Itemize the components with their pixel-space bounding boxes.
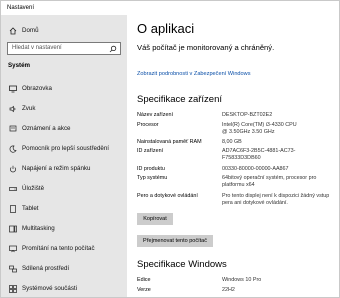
spec-key: Verze	[137, 287, 151, 293]
tablet-icon	[9, 205, 17, 213]
sidebar-item-label: Oznámení a akce	[22, 125, 71, 132]
sidebar-item-label: Promítání na tento počítač	[22, 245, 95, 252]
monitor-icon	[9, 85, 17, 93]
sidebar-item-tablet[interactable]: Tablet	[1, 201, 127, 217]
power-icon	[9, 165, 17, 173]
spec-key: Nainstalovaná paměť RAM	[137, 139, 202, 145]
spec-value: Windows 10 Pro	[222, 277, 262, 283]
sidebar-item-system-components[interactable]: Systémové součásti	[1, 281, 127, 297]
spec-key: Pero a dotykové ovládání	[137, 193, 198, 199]
spec-key: ID produktu	[137, 166, 165, 172]
rename-pc-button[interactable]: Přejmenovat tento počítač	[137, 235, 213, 247]
home-icon	[9, 27, 17, 35]
sidebar-item-notifications[interactable]: Oznámení a akce	[1, 121, 127, 137]
spec-key: Procesor	[137, 122, 159, 128]
sidebar-item-home[interactable]: Domů	[1, 23, 127, 39]
spec-value: 64bitový operační systém, procesor pro p…	[222, 175, 317, 188]
spec-value: 22H2	[222, 287, 235, 293]
sidebar-item-focus-assist[interactable]: Pomocník pro lepší soustředění	[1, 141, 127, 157]
search-icon[interactable]	[109, 45, 117, 53]
projecting-icon	[9, 245, 17, 253]
spec-value: AD7AC6F3-2B5C-4881-AC73-F75833D3DB60	[222, 148, 296, 161]
sidebar-item-projecting[interactable]: Promítání na tento počítač	[1, 241, 127, 257]
sidebar-item-sound[interactable]: Zvuk	[1, 101, 127, 117]
storage-icon	[9, 185, 17, 193]
main-content: O aplikaci Váš počítač je monitorovaný a…	[127, 1, 339, 297]
settings-window: Nastavení Domů Hledat v nastavení Systém…	[0, 0, 340, 298]
speaker-icon	[9, 105, 17, 113]
spec-key: Název zařízení	[137, 112, 173, 118]
components-icon	[9, 285, 17, 293]
sidebar: Domů Hledat v nastavení Systém Obrazovka…	[1, 15, 127, 297]
device-specs-title: Specifikace zařízení	[137, 94, 223, 105]
search-input[interactable]: Hledat v nastavení	[7, 42, 121, 55]
sidebar-item-label: Pomocník pro lepší soustředění	[22, 145, 110, 152]
sidebar-item-shared-experiences[interactable]: Sdílená prostředí	[1, 261, 127, 277]
sidebar-section-title: Systém	[8, 62, 31, 69]
sidebar-item-label: Multitasking	[22, 225, 55, 232]
sidebar-item-storage[interactable]: Úložiště	[1, 181, 127, 197]
copy-button[interactable]: Kopírovat	[137, 213, 173, 225]
notification-icon	[9, 125, 17, 133]
spec-value: 8,00 GB	[222, 139, 242, 145]
sidebar-item-label: Sdílená prostředí	[22, 265, 70, 272]
shared-icon	[9, 265, 17, 273]
sidebar-item-multitasking[interactable]: Multitasking	[1, 221, 127, 237]
sidebar-item-label: Zvuk	[22, 105, 36, 112]
sidebar-item-label: Obrazovka	[22, 85, 52, 92]
search-placeholder: Hledat v nastavení	[12, 45, 62, 51]
sidebar-item-label: Systémové součásti	[22, 285, 78, 292]
page-title: O aplikaci	[137, 21, 195, 36]
spec-value: Intel(R) Core(TM) i3-4330 CPU @ 3.50GHz …	[222, 122, 297, 135]
spec-value: Pro tento displej není k dispozici žádný…	[222, 193, 330, 206]
security-details-link[interactable]: Zobrazit podrobnosti v Zabezpečení Windo…	[137, 71, 251, 77]
spec-key: Edice	[137, 277, 151, 283]
sidebar-item-label: Napájení a režim spánku	[22, 165, 91, 172]
spec-value: 00330-80000-00000-AA867	[222, 166, 289, 172]
sidebar-item-label: Úložiště	[22, 185, 45, 192]
windows-specs-title: Specifikace Windows	[137, 259, 227, 270]
multitasking-icon	[9, 225, 17, 233]
sidebar-item-label: Tablet	[22, 205, 39, 212]
sidebar-home-label: Domů	[22, 27, 39, 34]
sidebar-item-power[interactable]: Napájení a režim spánku	[1, 161, 127, 177]
spec-key: ID zařízení	[137, 148, 164, 154]
spec-value: DESKTOP-BZT02E2	[222, 112, 273, 118]
spec-key: Typ systému	[137, 175, 168, 181]
moon-icon	[9, 145, 17, 153]
sidebar-item-display[interactable]: Obrazovka	[1, 81, 127, 97]
protection-status: Váš počítač je monitorovaný a chráněný.	[137, 43, 275, 52]
